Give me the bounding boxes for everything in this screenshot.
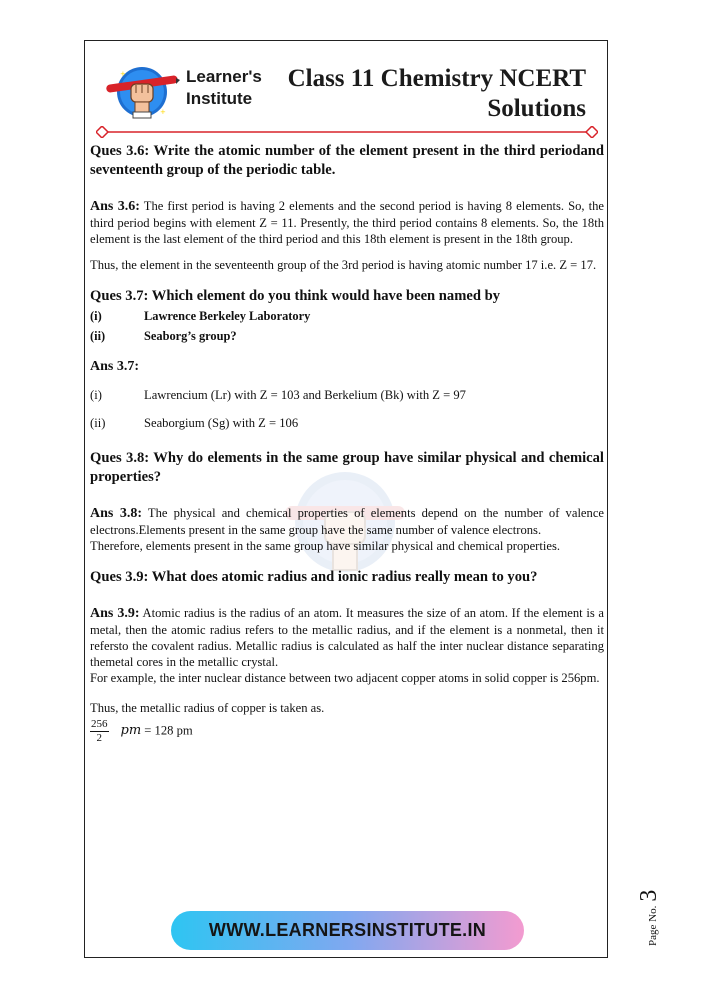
list-text: Lawrence Berkeley Laboratory [144, 309, 311, 323]
answer-label: Ans 3.6: [90, 199, 140, 214]
list-item: (ii) Seaborg’s group? [90, 328, 604, 344]
question-3-7: Ques 3.7: Which element do you think wou… [90, 288, 501, 304]
answer-3-8-conclusion: Therefore, elements present in the same … [90, 539, 560, 553]
list-text: Lawrencium (Lr) with Z = 103 and Berkeli… [144, 388, 466, 402]
brand-line-2: Institute [186, 89, 253, 108]
fraction-numerator: 256 [90, 718, 109, 732]
answer-label: Ans 3.8: [90, 506, 142, 521]
unit-variable: pm [120, 723, 142, 739]
svg-text:+: + [160, 108, 166, 116]
fist-pen-logo-icon: + + [106, 67, 180, 119]
list-number: (i) [90, 388, 102, 402]
question-3-9: Ques 3.9: What does atomic radius and io… [90, 569, 538, 585]
answer-3-6-conclusion: Thus, the element in the seventeenth gro… [90, 258, 597, 272]
title-line-1: Class 11 Chemistry NCERT [287, 65, 586, 92]
brand-name: Learner's Institute [186, 66, 262, 110]
answer-text: Atomic radius is the radius of an atom. … [90, 606, 604, 669]
answer-3-7-label: Ans 3.7: [90, 358, 604, 375]
formula-result: = 128 pm [141, 723, 193, 738]
header-divider [96, 126, 598, 138]
question-3-8: Ques 3.8: Why do elements in the same gr… [90, 450, 604, 485]
title-line-2: Solutions [487, 95, 586, 122]
page-number: Page No. 3 [636, 890, 663, 946]
main-content: Ques 3.6: Write the atomic number of the… [90, 142, 604, 745]
page-number-value: 3 [636, 889, 662, 902]
fraction: 256 2 [90, 718, 109, 745]
document-title: Class 11 Chemistry NCERT Solutions [288, 64, 586, 124]
list-item: (ii) Seaborgium (Sg) with Z = 106 [90, 415, 604, 431]
answer-text: The first period is having 2 elements an… [90, 199, 605, 246]
metallic-radius-formula: 256 2 pm = 128 pm [90, 718, 604, 745]
list-item: (i) Lawrence Berkeley Laboratory [90, 308, 604, 324]
answer-3-9-conclusion: Thus, the metallic radius of copper is t… [90, 701, 325, 715]
answer-3-9: Ans 3.9: Atomic radius is the radius of … [90, 605, 604, 670]
svg-text:+: + [120, 70, 126, 78]
answer-label: Ans 3.9: [90, 606, 140, 621]
list-number: (ii) [90, 416, 106, 430]
question-3-6: Ques 3.6: Write the atomic number of the… [90, 143, 604, 178]
list-item: (i) Lawrencium (Lr) with Z = 103 and Ber… [90, 387, 604, 403]
answer-label: Ans 3.7: [90, 359, 140, 374]
page-number-label: Page No. [647, 905, 659, 946]
fraction-denominator: 2 [96, 732, 103, 744]
list-text: Seaborgium (Sg) with Z = 106 [144, 416, 299, 430]
answer-3-8: Ans 3.8: The physical and chemical prope… [90, 505, 604, 538]
list-text: Seaborg’s group? [144, 329, 237, 343]
answer-3-6: Ans 3.6: The first period is having 2 el… [90, 198, 604, 247]
brand-line-1: Learner's [186, 67, 262, 86]
answer-text: The physical and chemical properties of … [90, 506, 605, 537]
list-number: (i) [90, 309, 102, 323]
website-label: WWW.LEARNERSINSTITUTE.IN [208, 920, 487, 940]
website-link-button[interactable]: WWW.LEARNERSINSTITUTE.IN [171, 911, 524, 950]
list-number: (ii) [90, 329, 106, 343]
answer-3-9-example: For example, the inter nuclear distance … [90, 671, 600, 685]
